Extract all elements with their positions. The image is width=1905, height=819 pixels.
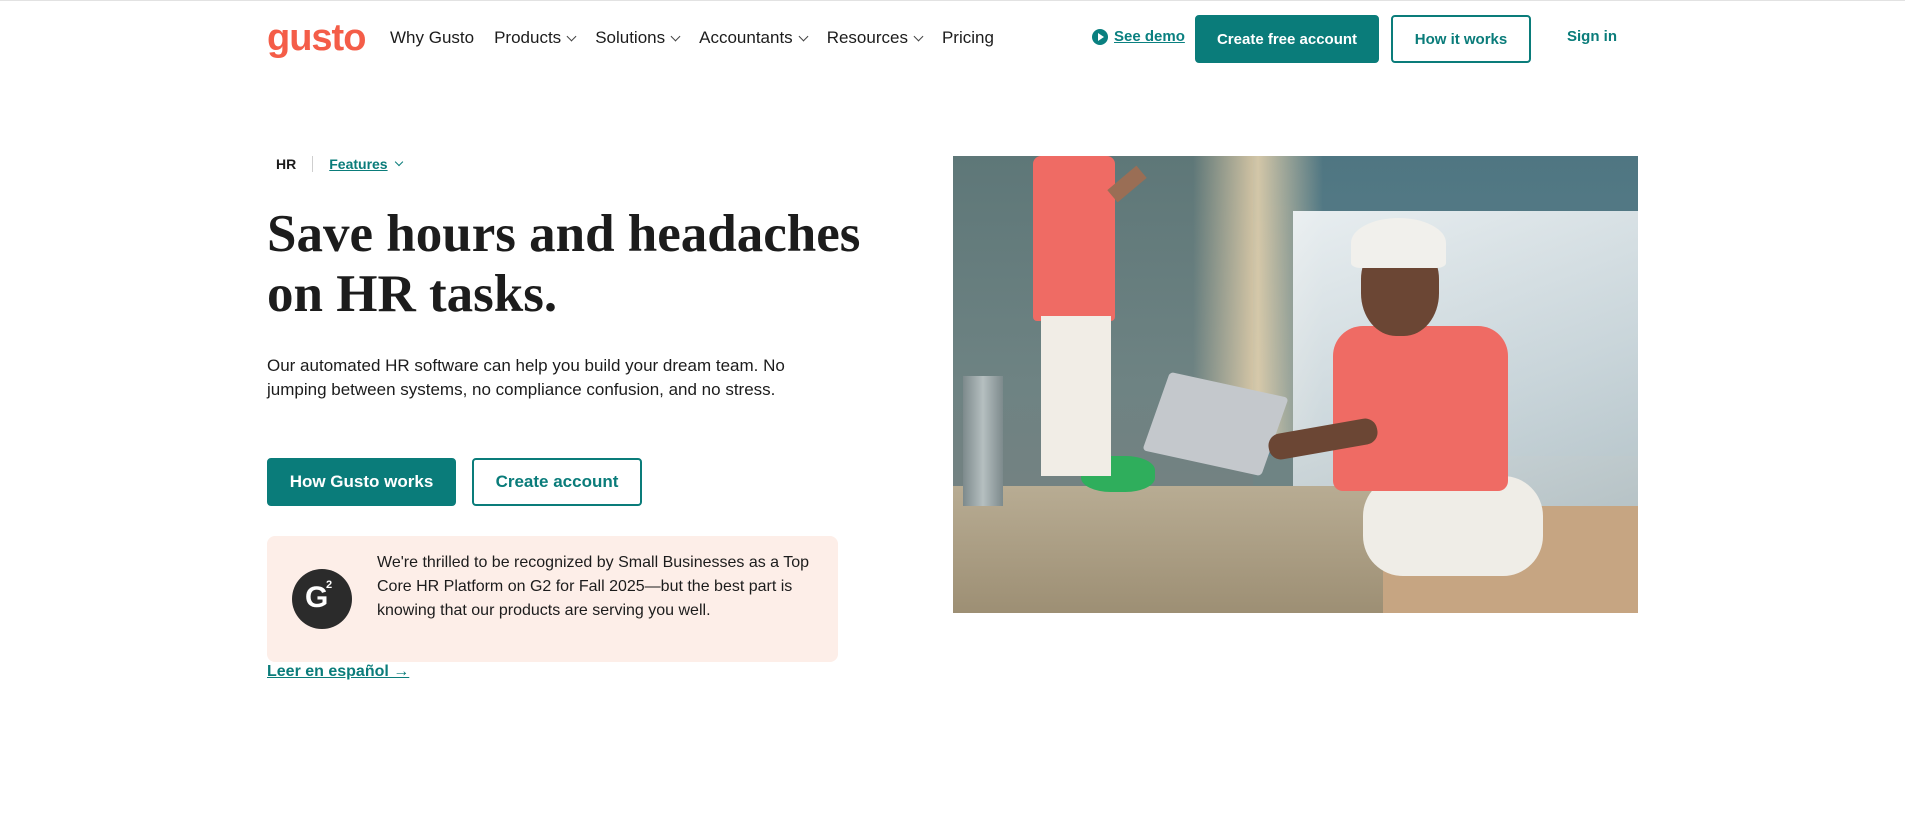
see-demo-label: See demo bbox=[1114, 28, 1185, 45]
photo-person-standing-pants bbox=[1041, 316, 1111, 476]
nav-resources-label: Resources bbox=[826, 28, 908, 47]
nav-solutions[interactable]: Solutions bbox=[595, 26, 681, 50]
features-label: Features bbox=[329, 156, 388, 172]
nav-solutions-label: Solutions bbox=[595, 28, 666, 47]
create-free-account-button[interactable]: Create free account bbox=[1195, 15, 1379, 63]
breadcrumb-divider bbox=[312, 156, 314, 172]
nav-pricing[interactable]: Pricing bbox=[942, 26, 994, 50]
chevron-down-icon bbox=[394, 157, 403, 167]
nav-pricing-label: Pricing bbox=[941, 28, 994, 47]
create-account-button[interactable]: Create account bbox=[472, 458, 642, 506]
nav-products[interactable]: Products bbox=[494, 26, 577, 50]
award-text: We're thrilled to be recognized by Small… bbox=[377, 554, 810, 619]
g2-badge-superscript: 2 bbox=[326, 579, 333, 591]
how-gusto-works-button[interactable]: How Gusto works bbox=[267, 458, 456, 506]
photo-paint-can bbox=[963, 376, 1003, 506]
nav-resources[interactable]: Resources bbox=[826, 26, 924, 50]
chevron-down-icon bbox=[670, 31, 681, 41]
play-icon bbox=[1092, 28, 1108, 45]
nav-products-label: Products bbox=[494, 28, 562, 47]
hero-photo bbox=[953, 156, 1638, 613]
g2-badge-icon: G 2 bbox=[292, 569, 352, 629]
photo-person-seated-pants bbox=[1363, 476, 1543, 576]
page-title: Save hours and headaches on HR tasks. bbox=[267, 205, 861, 323]
photo-person-seated-cap bbox=[1351, 218, 1446, 268]
photo-person-seated bbox=[1333, 326, 1508, 491]
breadcrumb: HR Features bbox=[276, 156, 403, 172]
see-demo-link[interactable]: See demo bbox=[1092, 28, 1185, 45]
gusto-logo[interactable]: gusto bbox=[267, 14, 366, 62]
read-in-spanish-link[interactable]: Leer en español → bbox=[267, 663, 409, 681]
sign-in-link[interactable]: Sign in bbox=[1567, 28, 1617, 45]
nav-why-gusto-label: Why Gusto bbox=[390, 28, 475, 47]
hero-description: Our automated HR software can help you b… bbox=[267, 356, 785, 399]
photo-table bbox=[953, 486, 1383, 613]
breadcrumb-hr: HR bbox=[276, 156, 297, 172]
chevron-down-icon bbox=[566, 31, 577, 41]
nav-links: Why Gusto Products Solutions Accountants… bbox=[390, 26, 1014, 50]
chevron-down-icon bbox=[798, 31, 809, 41]
nav-why-gusto[interactable]: Why Gusto bbox=[390, 26, 474, 50]
how-it-works-button[interactable]: How it works bbox=[1391, 15, 1531, 63]
chevron-down-icon bbox=[913, 31, 924, 41]
g2-award-banner: G 2 We're thrilled to be recognized by S… bbox=[267, 536, 838, 662]
nav-accountants[interactable]: Accountants bbox=[699, 26, 809, 50]
features-dropdown[interactable]: Features bbox=[329, 156, 403, 172]
photo-person-standing bbox=[1033, 156, 1115, 321]
g2-badge-letter: G bbox=[305, 581, 329, 614]
top-navigation: gusto Why Gusto Products Solutions Accou… bbox=[0, 0, 1905, 76]
nav-accountants-label: Accountants bbox=[699, 28, 793, 47]
